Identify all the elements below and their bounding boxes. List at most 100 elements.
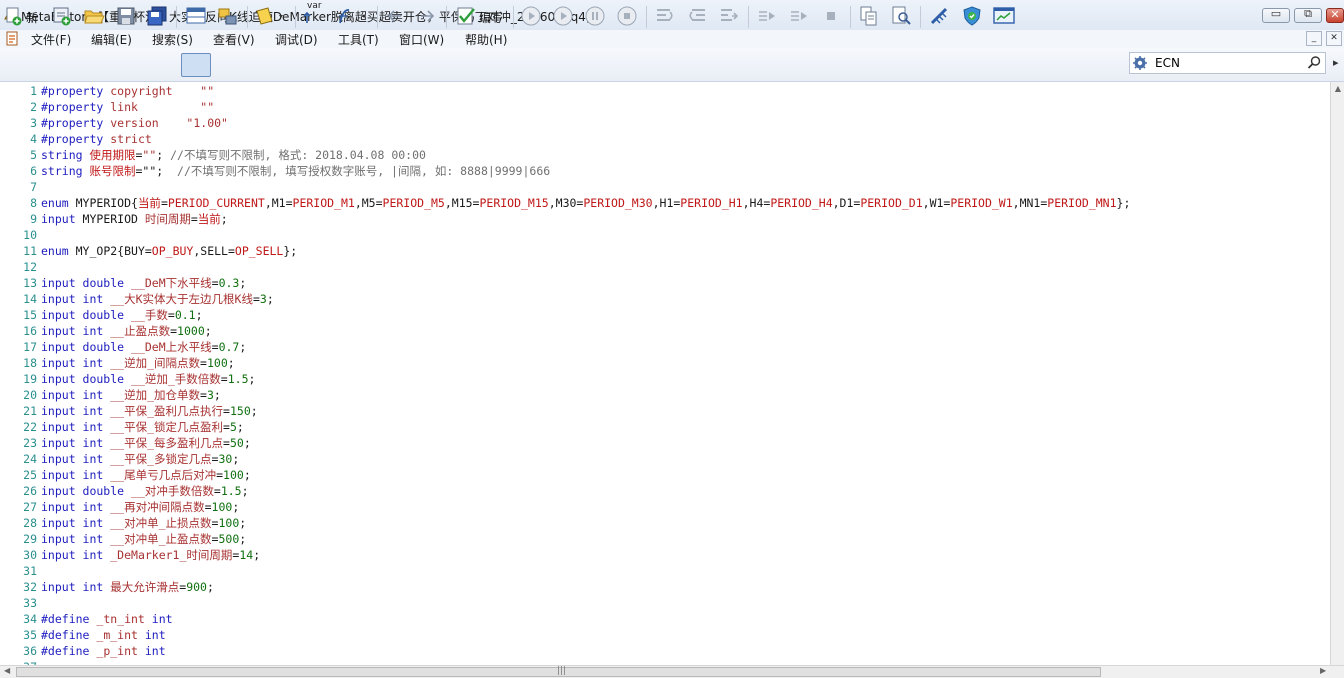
menu-window[interactable]: 窗口(W) xyxy=(399,31,444,48)
step-into-button[interactable] xyxy=(654,5,676,27)
code-token: __逆加_手数倍数 xyxy=(131,372,221,386)
styler-button[interactable] xyxy=(254,5,288,27)
code-line[interactable]: 26 input double __对冲手数倍数=1.5; xyxy=(0,483,248,499)
code-token: 150 xyxy=(229,404,251,418)
terminal-button[interactable] xyxy=(992,5,1016,27)
debug-start-button[interactable] xyxy=(552,5,574,27)
forward-button[interactable] xyxy=(416,5,438,27)
profiling-stop-button[interactable] xyxy=(820,5,842,27)
code-line[interactable]: 19 input double __逆加_手数倍数=1.5; xyxy=(0,371,255,387)
insert-variable-button[interactable]: var xyxy=(303,1,327,27)
navigator-button[interactable] xyxy=(185,5,207,27)
code-line[interactable]: 32 input int 最大允许滑点=900; xyxy=(0,579,214,595)
horizontal-scrollbar[interactable]: ◀ ||| ▶ xyxy=(0,665,1344,678)
line-number: 21 xyxy=(23,404,37,418)
code-line[interactable]: 21 input int __平保_盈利几点执行=150; xyxy=(0,403,258,419)
horizontal-scroll-thumb[interactable]: ||| xyxy=(16,666,1101,677)
menu-file[interactable]: 文件(F) xyxy=(31,31,71,48)
profiling-start-button[interactable] xyxy=(756,5,778,27)
menu-search[interactable]: 搜索(S) xyxy=(152,31,193,48)
toolbar-overflow-icon[interactable]: ▸ xyxy=(1333,56,1343,74)
code-line[interactable]: 33 xyxy=(0,595,41,611)
code-line[interactable]: 12 xyxy=(0,259,41,275)
step-out-button[interactable] xyxy=(718,5,740,27)
scroll-left-arrow-icon[interactable]: ◀ xyxy=(4,666,10,675)
compile-button[interactable] xyxy=(455,5,477,27)
code-line[interactable]: 8 enum MYPERIOD{当前=PERIOD_CURRENT,M1=PERI… xyxy=(0,195,1130,211)
doc-close-button[interactable]: ✕ xyxy=(1326,31,1342,46)
scroll-right-arrow-icon[interactable]: ▶ xyxy=(1320,666,1326,675)
code-line[interactable]: 35 #define _m_int int xyxy=(0,627,166,643)
compile-label[interactable]: 编写 xyxy=(479,9,503,26)
code-token: 0.1 xyxy=(174,308,196,322)
back-button[interactable] xyxy=(385,5,407,27)
code-base-button[interactable] xyxy=(929,5,951,27)
restore-button[interactable]: ⧉ xyxy=(1294,7,1322,23)
code-line[interactable]: 30 input int _DeMarker1_时间周期=14; xyxy=(0,547,260,563)
code-line[interactable]: 28 input int __对冲单_止损点数=100; xyxy=(0,515,246,531)
code-token: = xyxy=(213,484,221,498)
code-line[interactable]: 36 #define _p_int int xyxy=(0,643,166,659)
new-project-button[interactable] xyxy=(51,5,73,27)
code-line[interactable]: 18 input int __逆加_间隔点数=100; xyxy=(0,355,235,371)
code-line[interactable]: 25 input int __尾单亏几点后对冲=100; xyxy=(0,467,251,483)
document-icon[interactable] xyxy=(5,31,19,46)
code-editor[interactable]: 1 #property copyright "" 2 #property link "… xyxy=(0,82,1330,665)
code-line[interactable]: 31 xyxy=(0,563,41,579)
code-line[interactable]: 6 string 账号限制=""; //不填写则不限制, 填写授权数字账号, |间… xyxy=(0,163,550,179)
debug-stop-button[interactable] xyxy=(616,5,638,27)
copy-button[interactable] xyxy=(858,5,880,27)
code-line[interactable]: 27 input int __再对冲间隔点数=100; xyxy=(0,499,239,515)
code-line[interactable]: 13 input double __DeM下水平线=0.3; xyxy=(0,275,246,291)
code-line[interactable]: 29 input int __对冲单_止盈点数=500; xyxy=(0,531,246,547)
code-line[interactable]: 20 input int __逆加_加仓单数=3; xyxy=(0,387,221,403)
line-number: 20 xyxy=(23,388,37,402)
code-line[interactable]: 22 input int __平保_锁定几点盈利=5; xyxy=(0,419,244,435)
menu-help[interactable]: 帮助(H) xyxy=(465,31,507,48)
code-line[interactable]: 5 string 使用期限=""; //不填写则不限制, 格式: 2018.04.… xyxy=(0,147,426,163)
code-line[interactable]: 2 #property link "" xyxy=(0,99,214,115)
scroll-up-arrow-icon[interactable]: ▲ xyxy=(1333,84,1343,94)
code-line[interactable]: 16 input int __止盈点数=1000; xyxy=(0,323,212,339)
menu-tools[interactable]: 工具(T) xyxy=(338,31,379,48)
code-line[interactable]: 11 enum MY_OP2{BUY=OP_BUY,SELL=OP_SELL}; xyxy=(0,243,297,259)
code-line[interactable]: 15 input double __手数=0.1; xyxy=(0,307,202,323)
close-button[interactable]: ✕ xyxy=(1326,8,1344,23)
debug-start-history-button[interactable] xyxy=(520,5,542,27)
menu-view[interactable]: 查看(V) xyxy=(213,31,255,48)
code-line[interactable]: 23 input int __平保_每多盈利几点=50; xyxy=(0,435,251,451)
debug-pause-button[interactable] xyxy=(584,5,606,27)
profiling-real-button[interactable] xyxy=(788,5,810,27)
toolbox-button[interactable] xyxy=(217,5,239,27)
search-icon[interactable] xyxy=(1307,55,1322,70)
menu-edit[interactable]: 编辑(E) xyxy=(91,31,132,48)
code-line[interactable]: 10 xyxy=(0,227,41,243)
open-button[interactable] xyxy=(83,5,105,27)
gear-icon[interactable] xyxy=(1132,55,1148,71)
code-line[interactable]: 17 input double __DeM上水平线=0.7; xyxy=(0,339,246,355)
code-token: ; xyxy=(239,532,247,546)
code-line[interactable]: 34 #define _tn_int int xyxy=(0,611,172,627)
vertical-scrollbar[interactable]: ▲ xyxy=(1330,82,1344,665)
code-line[interactable]: 7 xyxy=(0,179,41,195)
new-file-button[interactable] xyxy=(4,5,24,27)
new-file-label[interactable]: 新 xyxy=(26,9,38,26)
code-line[interactable]: 3 #property version "1.00" xyxy=(0,115,228,131)
save-button[interactable] xyxy=(115,5,137,27)
search-field[interactable]: ECN xyxy=(1129,52,1326,74)
code-token: ; xyxy=(239,516,247,530)
code-line[interactable]: 9 input MYPERIOD 时间周期=当前; xyxy=(0,211,228,227)
search-input[interactable]: ECN xyxy=(1155,56,1180,70)
save-all-button[interactable] xyxy=(146,5,168,27)
code-line[interactable]: 14 input int __大K实体大于左边几根K线=3; xyxy=(0,291,274,307)
code-line[interactable]: 4 #property strict xyxy=(0,131,152,147)
code-line[interactable]: 24 input int __平保_多锁定几点=30; xyxy=(0,451,239,467)
step-over-button[interactable] xyxy=(686,5,708,27)
market-button[interactable] xyxy=(961,5,983,27)
find-in-files-button[interactable] xyxy=(890,5,912,27)
minimize-button[interactable]: ▭ xyxy=(1262,7,1290,23)
code-line[interactable]: 1 #property copyright "" xyxy=(0,83,214,99)
doc-minimize-button[interactable]: _ xyxy=(1306,31,1322,46)
menu-debug[interactable]: 调试(D) xyxy=(275,31,318,48)
insert-function-button[interactable] xyxy=(334,5,372,27)
